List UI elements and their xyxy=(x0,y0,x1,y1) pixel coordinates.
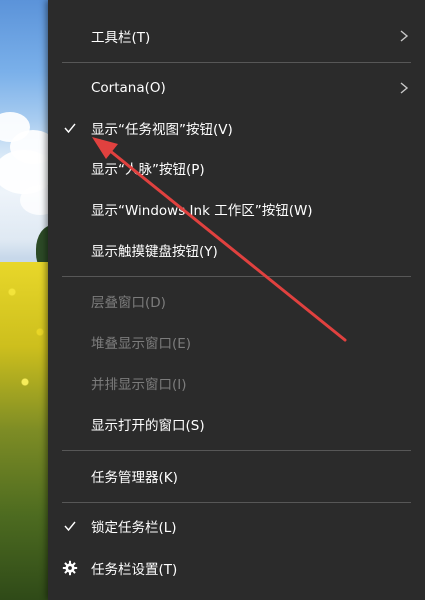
menu-separator xyxy=(62,62,411,63)
menu-item-toolbars[interactable]: 工具栏(T) xyxy=(48,16,425,56)
menu-separator xyxy=(62,450,411,451)
desktop: 工具栏(T) Cortana(O) 显示“任务视图”按钮(V) 显示“人脉”按钮… xyxy=(0,0,425,600)
menu-item-side-by-side: 并排显示窗口(I) xyxy=(48,363,425,403)
menu-item-lock-taskbar[interactable]: 锁定任务栏(L) xyxy=(48,506,425,546)
menu-item-label: 任务管理器(K) xyxy=(91,470,178,486)
menu-item-show-task-view[interactable]: 显示“任务视图”按钮(V) xyxy=(48,108,425,148)
menu-item-show-open-windows[interactable]: 显示打开的窗口(S) xyxy=(48,404,425,444)
menu-item-cascade-windows: 层叠窗口(D) xyxy=(48,281,425,321)
menu-item-label: 显示“Windows Ink 工作区”按钮(W) xyxy=(91,203,313,219)
menu-item-label: 显示“人脉”按钮(P) xyxy=(91,162,205,178)
menu-item-label: 堆叠显示窗口(E) xyxy=(91,336,192,352)
menu-item-label: 显示触摸键盘按钮(Y) xyxy=(91,244,218,260)
menu-item-label: Cortana(O) xyxy=(91,80,166,96)
menu-item-cortana[interactable]: Cortana(O) xyxy=(48,68,425,108)
menu-item-label: 任务栏设置(T) xyxy=(91,562,178,578)
menu-item-label: 工具栏(T) xyxy=(91,30,151,46)
checkmark-icon xyxy=(60,118,80,138)
menu-item-label: 锁定任务栏(L) xyxy=(91,520,177,536)
menu-item-taskbar-settings[interactable]: 任务栏设置(T) xyxy=(48,548,425,588)
taskbar-context-menu: 工具栏(T) Cortana(O) 显示“任务视图”按钮(V) 显示“人脉”按钮… xyxy=(48,0,425,600)
chevron-right-icon xyxy=(400,30,409,42)
menu-item-label: 层叠窗口(D) xyxy=(91,295,166,311)
menu-item-show-ink-workspace[interactable]: 显示“Windows Ink 工作区”按钮(W) xyxy=(48,189,425,229)
menu-separator xyxy=(62,502,411,503)
menu-separator xyxy=(62,276,411,277)
menu-item-stack-windows: 堆叠显示窗口(E) xyxy=(48,322,425,362)
checkmark-icon xyxy=(60,516,80,536)
menu-item-label: 显示打开的窗口(S) xyxy=(91,418,205,434)
menu-item-show-touch-keyboard[interactable]: 显示触摸键盘按钮(Y) xyxy=(48,230,425,270)
gear-icon xyxy=(60,558,80,578)
chevron-right-icon xyxy=(400,82,409,94)
menu-item-label: 显示“任务视图”按钮(V) xyxy=(91,122,233,138)
menu-item-show-people[interactable]: 显示“人脉”按钮(P) xyxy=(48,148,425,188)
menu-item-task-manager[interactable]: 任务管理器(K) xyxy=(48,456,425,496)
menu-item-label: 并排显示窗口(I) xyxy=(91,377,187,393)
